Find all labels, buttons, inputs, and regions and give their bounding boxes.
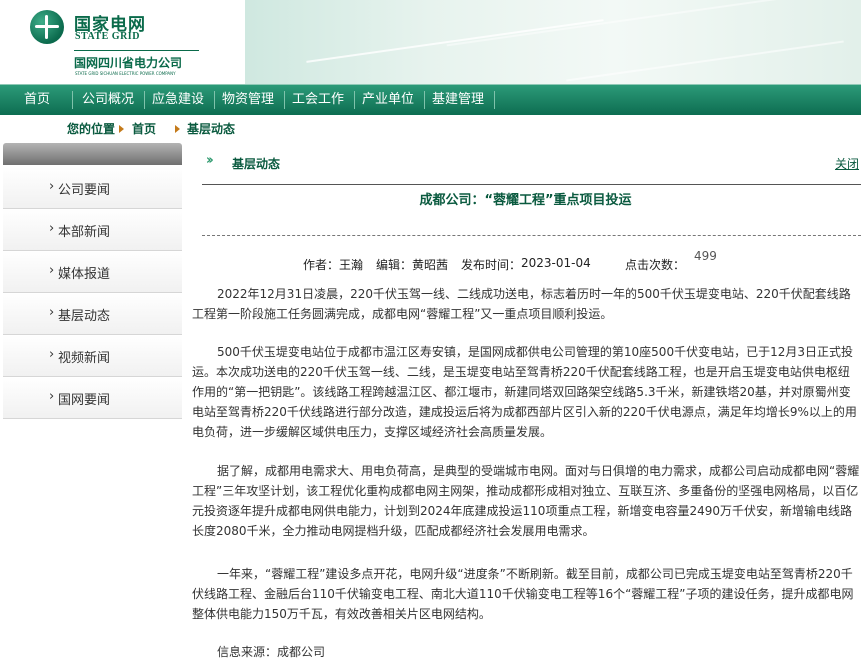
title-divider bbox=[202, 235, 861, 236]
logo-area[interactable]: 国家电网 STATE GRID 国网四川省电力公司 STATE GRID SIC… bbox=[0, 0, 245, 84]
article-paragraph: 500千伏玉堤变电站位于成都市温江区寿安镇，是国网成都供电公司管理的第10座50… bbox=[192, 345, 857, 439]
chevron-right-icon: › bbox=[49, 179, 55, 194]
sidebar-item-label: 国网要闻 bbox=[58, 393, 111, 408]
main-nav: 首页 公司概况 应急建设 物资管理 工会工作 产业单位 基建管理 bbox=[0, 84, 861, 115]
breadcrumb-arrow-icon bbox=[119, 125, 124, 133]
article-paragraph: 据了解，成都用电需求大、用电负荷高，是典型的受端城市电网。面对与日俱增的电力需求… bbox=[192, 464, 860, 538]
sidebar-item-grassroots[interactable]: › 基层动态 bbox=[3, 293, 182, 335]
section-header: ›› 基层动态 关闭 bbox=[190, 143, 861, 181]
chevron-right-icon: › bbox=[49, 305, 55, 320]
sidebar-item-label: 本部新闻 bbox=[58, 225, 111, 240]
nav-item-emergency[interactable]: 应急建设 bbox=[146, 85, 210, 115]
author-value: 王瀚 bbox=[339, 258, 364, 272]
article-source: 信息来源：成都公司 bbox=[217, 643, 325, 660]
company-name-cn: 国网四川省电力公司 bbox=[74, 56, 183, 70]
article-paragraph: 2022年12月31日凌晨，220千伏玉驾一线、二线成功送电，标志着历时一年的5… bbox=[192, 287, 851, 321]
brand-name-en: STATE GRID bbox=[75, 31, 140, 42]
article-title: 成都公司：“蓉耀工程”重点项目投运 bbox=[419, 193, 632, 208]
nav-item-company-overview[interactable]: 公司概况 bbox=[76, 85, 140, 115]
sidebar: › 公司要闻 › 本部新闻 › 媒体报道 › 基层动态 › 视频新闻 › 国网要… bbox=[3, 143, 182, 667]
breadcrumb-current[interactable]: 基层动态 bbox=[187, 120, 235, 137]
section-divider bbox=[202, 184, 861, 185]
header-banner bbox=[245, 0, 861, 84]
chevron-right-icon: › bbox=[49, 221, 55, 236]
date-value: 2023-01-04 bbox=[521, 256, 591, 270]
logo-divider bbox=[74, 50, 199, 51]
nav-item-infrastructure[interactable]: 基建管理 bbox=[426, 85, 490, 115]
breadcrumb: 您的位置 首页 基层动态 bbox=[0, 114, 861, 142]
sidebar-item-company-news[interactable]: › 公司要闻 bbox=[3, 167, 182, 209]
source-label: 信息来源： bbox=[217, 645, 278, 659]
close-link[interactable]: 关闭 bbox=[835, 155, 859, 172]
author-label: 作者： bbox=[303, 258, 340, 272]
sidebar-item-label: 公司要闻 bbox=[58, 183, 111, 198]
chevron-right-icon: › bbox=[49, 389, 55, 404]
state-grid-logo-icon bbox=[30, 10, 64, 44]
breadcrumb-arrow-icon bbox=[175, 125, 180, 133]
breadcrumb-label: 您的位置 bbox=[67, 122, 116, 136]
company-name-en: STATE GRID SICHUAN ELECTRIC POWER COMPAN… bbox=[75, 71, 176, 76]
editor-label: 编辑： bbox=[376, 258, 413, 272]
sidebar-item-video-news[interactable]: › 视频新闻 bbox=[3, 335, 182, 377]
double-chevron-icon: ›› bbox=[206, 153, 214, 168]
sidebar-item-sgcc-news[interactable]: › 国网要闻 bbox=[3, 377, 182, 419]
chevron-right-icon: › bbox=[49, 263, 55, 278]
article-paragraph: 一年来，“蓉耀工程”建设多点开花，电网升级“进度条”不断刷新。截至目前，成都公司… bbox=[192, 567, 854, 621]
hits-label: 点击次数： bbox=[625, 258, 686, 272]
sidebar-item-media-reports[interactable]: › 媒体报道 bbox=[3, 251, 182, 293]
breadcrumb-home-link[interactable]: 首页 bbox=[132, 120, 156, 137]
hits-count: 499 bbox=[694, 249, 717, 263]
nav-item-union[interactable]: 工会工作 bbox=[286, 85, 350, 115]
section-title: 基层动态 bbox=[232, 157, 281, 171]
nav-item-industry[interactable]: 产业单位 bbox=[356, 85, 420, 115]
source-value: 成都公司 bbox=[277, 645, 326, 659]
site-header: 国家电网 STATE GRID 国网四川省电力公司 STATE GRID SIC… bbox=[0, 0, 861, 84]
editor-value: 黄昭茜 bbox=[412, 258, 449, 272]
sidebar-item-label: 视频新闻 bbox=[58, 351, 111, 366]
sidebar-item-hq-news[interactable]: › 本部新闻 bbox=[3, 209, 182, 251]
sidebar-header-bar bbox=[3, 143, 182, 165]
nav-item-materials[interactable]: 物资管理 bbox=[216, 85, 280, 115]
date-label: 发布时间： bbox=[461, 258, 522, 272]
sidebar-item-label: 媒体报道 bbox=[58, 267, 111, 282]
nav-item-home[interactable]: 首页 bbox=[6, 85, 68, 115]
chevron-right-icon: › bbox=[49, 347, 55, 362]
main-content: ›› 基层动态 关闭 成都公司：“蓉耀工程”重点项目投运 作者： 王瀚 编辑： … bbox=[190, 143, 861, 667]
sidebar-item-label: 基层动态 bbox=[58, 309, 111, 324]
